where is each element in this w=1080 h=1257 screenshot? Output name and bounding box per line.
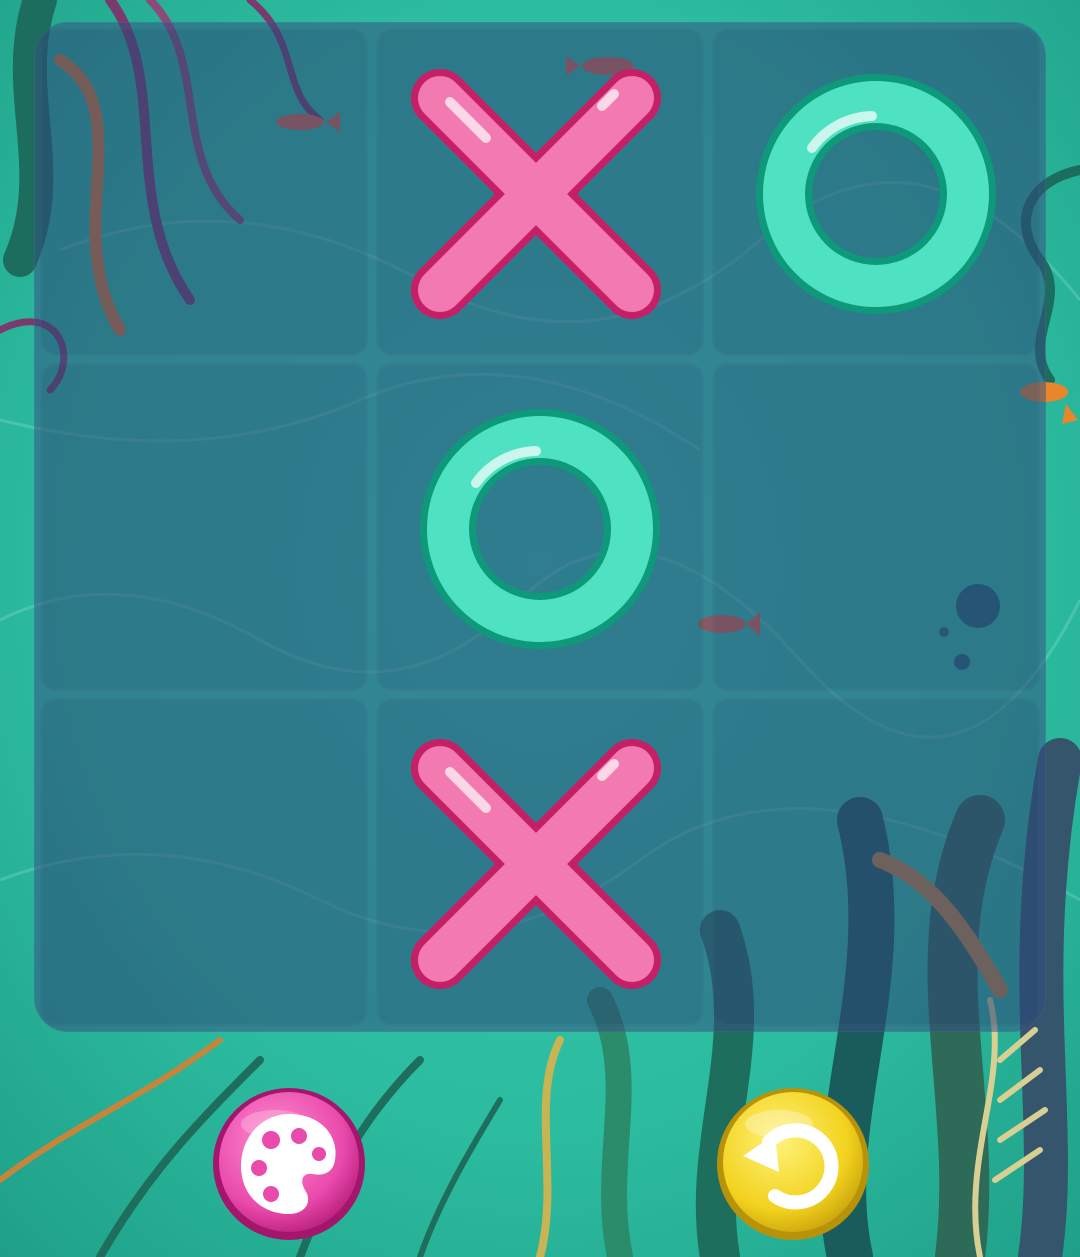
o-mark-icon: [420, 409, 660, 649]
board-cell[interactable]: [40, 363, 368, 691]
game-board: [34, 22, 1046, 1032]
palette-icon: [213, 1088, 365, 1240]
game-screen: [0, 0, 1080, 1257]
undo-button[interactable]: [713, 1084, 873, 1244]
board-cell[interactable]: [376, 363, 704, 691]
board-cell[interactable]: [712, 698, 1040, 1026]
x-mark-icon: [411, 69, 661, 319]
undo-icon: [717, 1088, 869, 1240]
board-cell[interactable]: [712, 28, 1040, 356]
board-cell[interactable]: [712, 363, 1040, 691]
board-cell[interactable]: [376, 698, 704, 1026]
board-cell[interactable]: [376, 28, 704, 356]
palette-button[interactable]: [209, 1084, 369, 1244]
x-mark-icon: [411, 739, 661, 989]
board-cell[interactable]: [40, 698, 368, 1026]
o-mark-icon: [756, 74, 996, 314]
board-cell[interactable]: [40, 28, 368, 356]
